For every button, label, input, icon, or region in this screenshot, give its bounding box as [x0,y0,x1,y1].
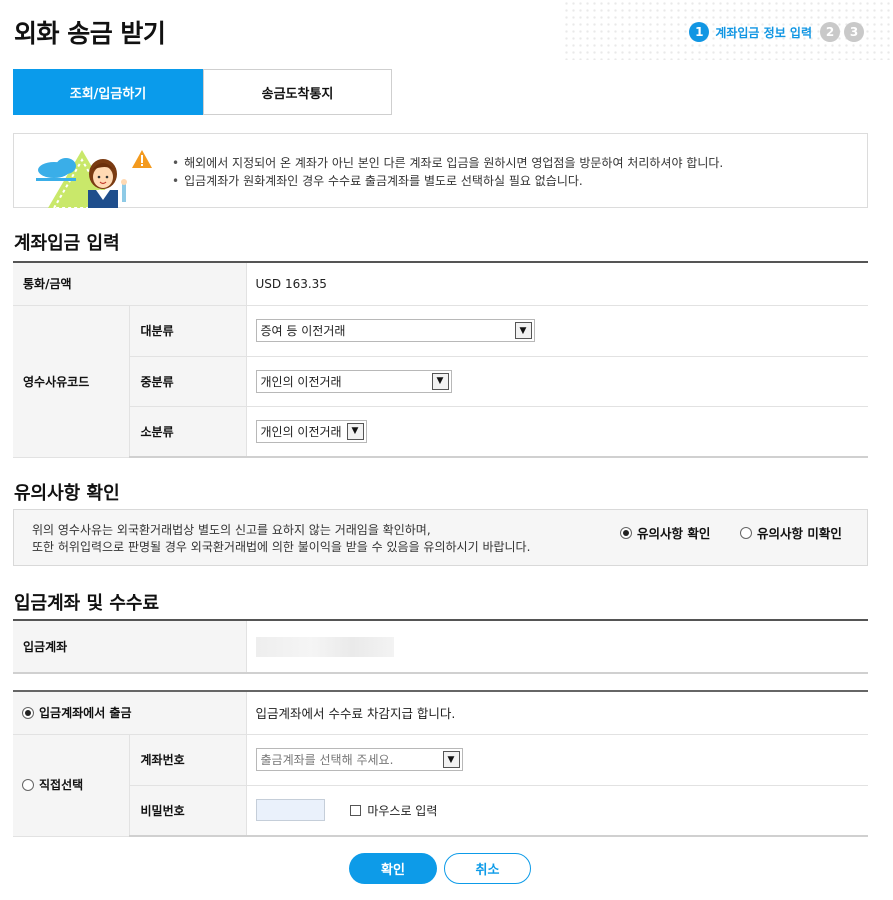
step-1-badge: 1 [689,22,710,42]
deposit-input-table: 통화/금액 USD 163.35 영수사유코드 대분류 증여 등 이전거래 ▼ … [13,261,868,458]
withdraw-from-deposit-radio[interactable]: 입금계좌에서 출금 [22,704,132,721]
caution-text-line: 위의 영수사유는 외국환거래법상 별도의 신고를 요하지 않는 거래임을 확인하… [32,523,431,537]
notice-illustration [36,150,152,208]
major-category-selected: 증여 등 이전거래 [260,324,346,338]
step-1-label: 계좌입금 정보 입력 [715,25,812,40]
direct-select-cell: 직접선택 [13,734,129,837]
caution-box: 위의 영수사유는 외국환거래법상 별도의 신고를 요하지 않는 거래임을 확인하… [13,509,868,566]
withdraw-account-placeholder: 출금계좌를 선택해 주세요. [260,753,394,767]
caution-confirm-radio[interactable]: 유의사항 확인 [620,523,710,542]
radio-selected-icon [620,526,632,539]
checkbox-icon [350,804,362,816]
confirm-button[interactable]: 확인 [349,853,437,884]
minor-category-selected: 개인의 이전거래 [260,424,342,439]
password-cell: 마우스로 입력 [245,785,868,837]
page-title: 외화 송금 받기 [14,19,166,48]
cancel-button[interactable]: 취소 [444,853,531,884]
chevron-down-icon: ▼ [442,751,460,768]
mouse-input-checkbox[interactable]: 마우스로 입력 [350,802,437,819]
middle-category-selected: 개인의 이전거래 [260,374,342,389]
deposit-section-title: 계좌입금 입력 [14,233,120,254]
major-category-select[interactable]: 증여 등 이전거래 ▼ [255,319,535,342]
radio-unselected-icon [740,526,752,539]
step-2-badge: 2 [820,22,840,42]
deposit-account-table: 입금계좌 [13,619,868,674]
fee-option-table: 입금계좌에서 출금 입금계좌에서 수수료 차감지급 합니다. 직접선택 계좌번호… [13,690,868,837]
caution-unconfirm-label: 유의사항 미확인 [757,526,842,541]
account-number-label: 계좌번호 [128,734,246,786]
chevron-down-icon: ▼ [514,322,532,339]
deposit-account-value [245,620,868,674]
minor-category-label: 소분류 [128,406,246,458]
receipt-reason-code-label: 영수사유코드 [13,305,129,458]
withdraw-account-select[interactable]: 출금계좌를 선택해 주세요. ▼ [255,748,463,771]
step-indicator: 1 계좌입금 정보 입력 2 3 [689,22,864,42]
direct-select-radio[interactable]: 직접선택 [22,776,83,793]
minor-category-cell: 개인의 이전거래 ▼ [245,406,868,458]
password-label: 비밀번호 [128,785,246,837]
password-input[interactable] [255,799,325,822]
account-number-cell: 출금계좌를 선택해 주세요. ▼ [245,734,868,786]
chevron-down-icon: ▼ [346,422,364,440]
notice-box: 해외에서 지정되어 온 계좌가 아닌 본인 다른 계좌로 입금을 원하시면 영업… [13,133,868,208]
notice-list: 해외에서 지정되어 온 계좌가 아닌 본인 다른 계좌로 입금을 원하시면 영업… [172,154,723,190]
major-category-label: 대분류 [128,305,246,357]
step-3-badge: 3 [844,22,864,42]
minor-category-select[interactable]: 개인의 이전거래 ▼ [255,419,367,443]
caution-section-title: 유의사항 확인 [14,483,120,504]
chevron-down-icon: ▼ [431,372,449,390]
currency-amount-label: 통화/금액 [13,262,246,306]
major-category-cell: 증여 등 이전거래 ▼ [245,305,868,357]
deposit-account-label: 입금계좌 [13,620,246,674]
masked-account-number [255,636,394,657]
tab-arrival-notice[interactable]: 송금도착통지 [203,69,392,115]
direct-select-label: 직접선택 [39,778,84,793]
radio-unselected-icon [22,778,34,791]
withdraw-option-cell: 입금계좌에서 출금 [13,691,246,735]
account-fee-section-title: 입금계좌 및 수수료 [14,593,160,614]
tab-bar: 조회/입금하기 송금도착통지 [13,69,392,115]
currency-amount-value: USD 163.35 [245,262,868,306]
middle-category-cell: 개인의 이전거래 ▼ [245,356,868,407]
notice-item: 해외에서 지정되어 온 계좌가 아닌 본인 다른 계좌로 입금을 원하시면 영업… [172,154,723,172]
radio-selected-icon [22,706,34,719]
middle-category-select[interactable]: 개인의 이전거래 ▼ [255,369,452,393]
tab-inquiry-deposit[interactable]: 조회/입금하기 [13,69,203,115]
withdraw-from-deposit-label: 입금계좌에서 출금 [39,706,132,721]
notice-item: 입금계좌가 원화계좌인 경우 수수료 출금계좌를 별도로 선택하실 필요 없습니… [172,172,723,190]
caution-text: 위의 영수사유는 외국환거래법상 별도의 신고를 요하지 않는 거래임을 확인하… [32,522,530,556]
middle-category-label: 중분류 [128,356,246,407]
withdraw-option-desc: 입금계좌에서 수수료 차감지급 합니다. [245,691,868,735]
caution-unconfirm-radio[interactable]: 유의사항 미확인 [740,523,842,542]
mouse-input-label: 마우스로 입력 [367,803,438,818]
caution-confirm-label: 유의사항 확인 [637,526,711,541]
caution-text-line: 또한 허위입력으로 판명될 경우 외국환거래법에 의한 불이익을 받을 수 있음… [32,540,531,554]
